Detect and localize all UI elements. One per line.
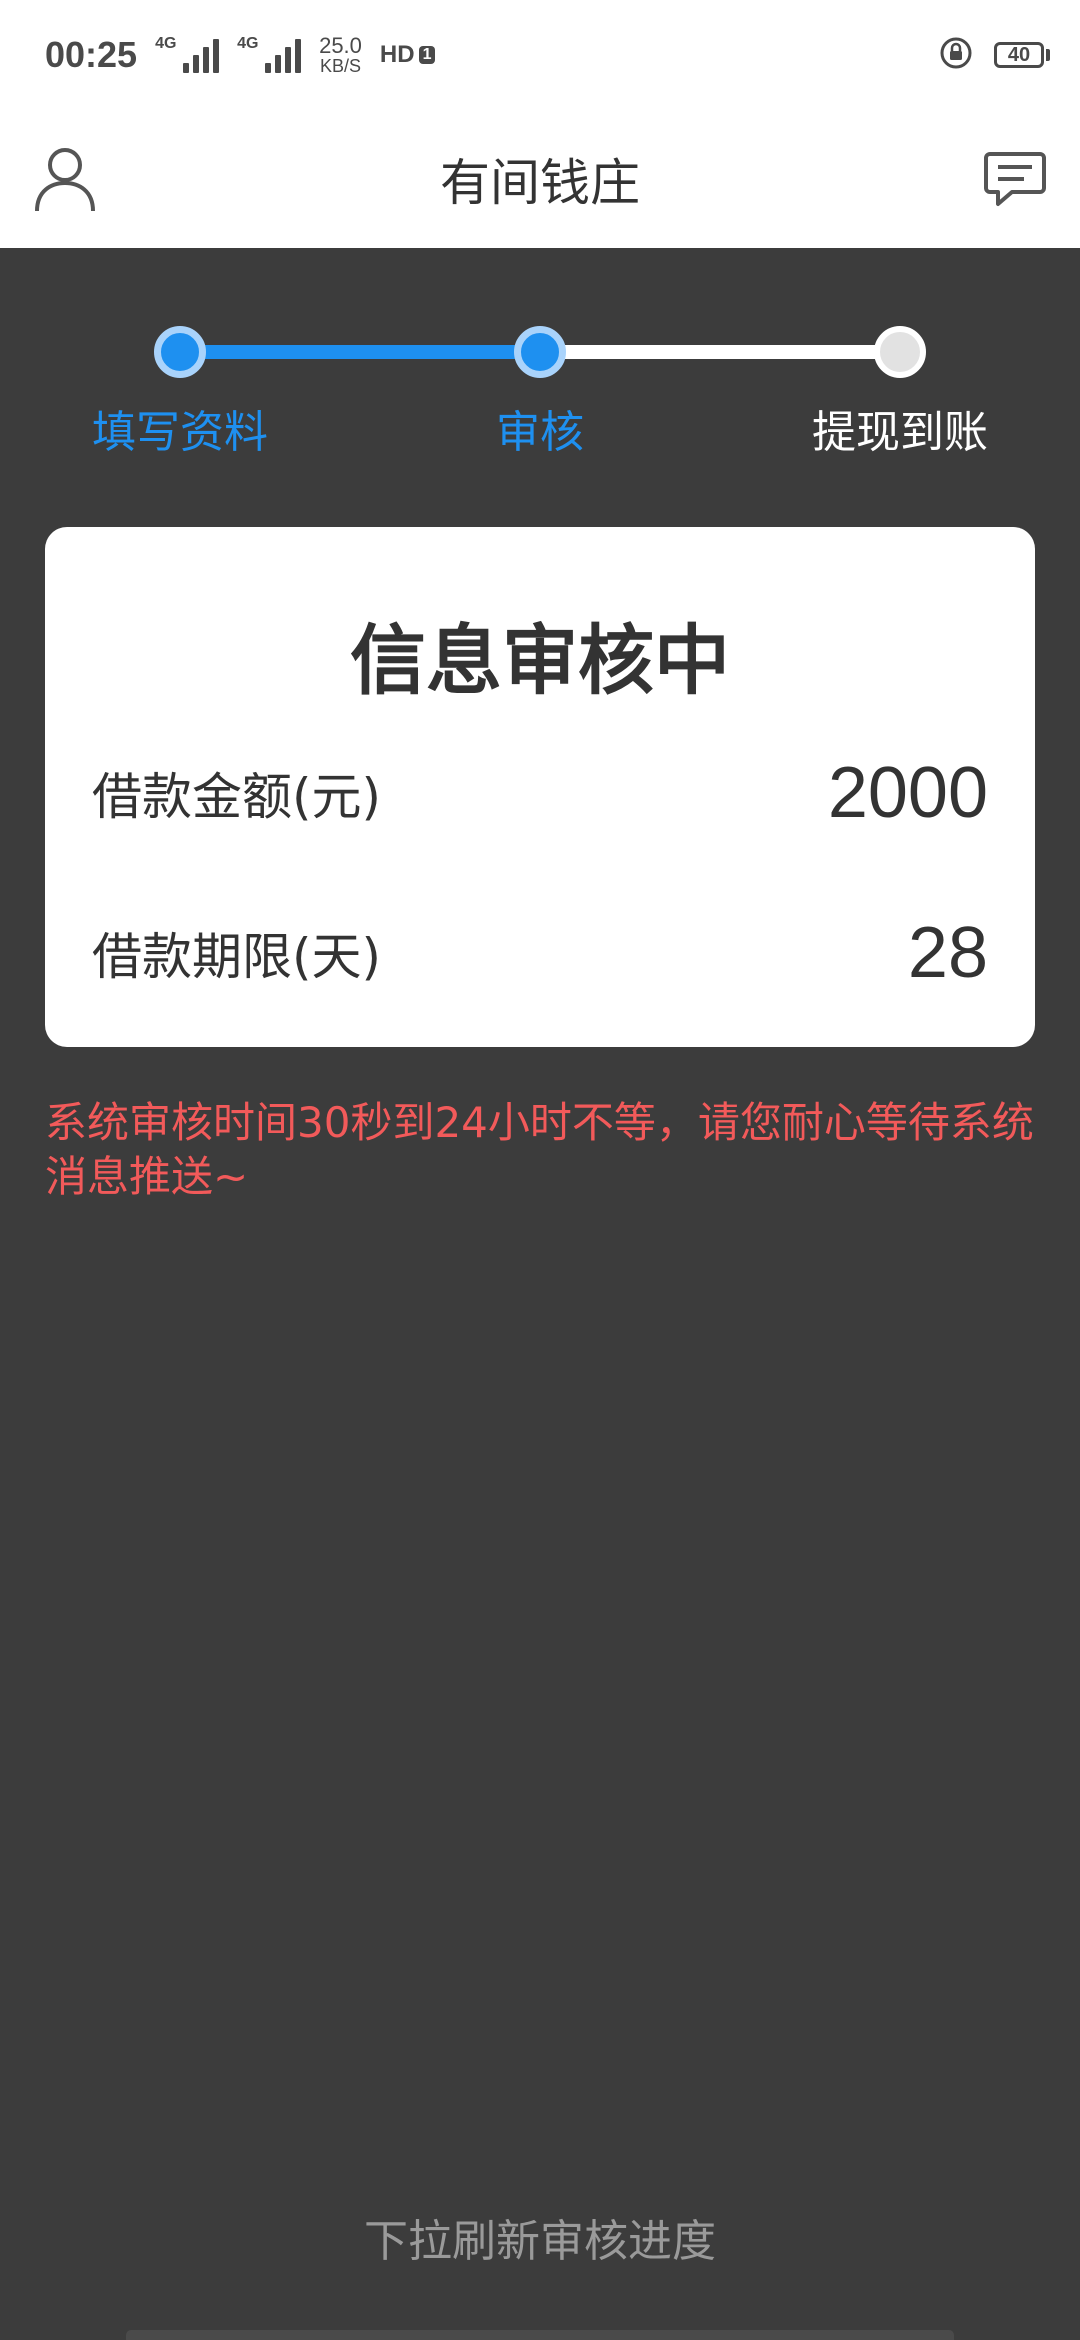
loan-amount-label: 借款金额(元) bbox=[92, 768, 382, 826]
step-label-fill-info: 填写资料 bbox=[92, 407, 268, 458]
step-label-review: 审核 bbox=[496, 407, 584, 458]
status-bar: 00:25 4G 4G 25.0 KB/S HD 1 40 bbox=[0, 0, 1080, 110]
signal-network-label: 4G bbox=[155, 35, 177, 52]
loan-amount-value: 2000 bbox=[827, 753, 988, 833]
loan-term-value: 28 bbox=[907, 913, 988, 993]
step-dot-2 bbox=[514, 326, 566, 378]
step-line-complete bbox=[180, 345, 540, 359]
profile-button[interactable] bbox=[30, 144, 100, 214]
messages-button[interactable] bbox=[980, 144, 1050, 214]
hd-sub-label: 1 bbox=[418, 46, 436, 64]
network-speed: 25.0 KB/S bbox=[319, 33, 362, 76]
status-left: 00:25 4G 4G 25.0 KB/S HD 1 bbox=[45, 33, 436, 76]
message-icon bbox=[984, 152, 1046, 206]
progress-steps: 填写资料 审核 提现到账 bbox=[0, 248, 1080, 528]
card-title: 信息审核中 bbox=[350, 616, 730, 705]
user-icon bbox=[35, 148, 95, 212]
battery-level: 40 bbox=[994, 42, 1044, 68]
network-speed-value: 25.0 bbox=[319, 33, 362, 58]
network-speed-unit: KB/S bbox=[319, 56, 361, 76]
signal-strength-icon: 4G bbox=[155, 35, 220, 73]
pull-to-refresh-hint[interactable]: 下拉刷新审核进度 bbox=[0, 2205, 1080, 2269]
loan-amount-row: 借款金额(元) 2000 bbox=[92, 752, 988, 834]
step-label-withdraw: 提现到账 bbox=[812, 407, 988, 458]
page-title: 有间钱庄 bbox=[440, 154, 640, 212]
rotation-lock-icon bbox=[938, 35, 974, 75]
review-status-card: 信息审核中 借款金额(元) 2000 借款期限(天) 28 bbox=[45, 527, 1035, 1047]
signal-strength-icon-2: 4G bbox=[237, 35, 302, 73]
app-bar: 有间钱庄 bbox=[0, 110, 1080, 248]
bottom-bar-edge bbox=[126, 2330, 954, 2340]
loan-term-row: 借款期限(天) 28 bbox=[92, 912, 988, 994]
hd-call-icon: HD 1 bbox=[380, 41, 436, 69]
step-dot-3 bbox=[874, 326, 926, 378]
signal-network-label-2: 4G bbox=[237, 35, 259, 52]
hd-label: HD bbox=[379, 41, 415, 68]
loan-term-label: 借款期限(天) bbox=[92, 928, 382, 986]
battery-icon: 40 bbox=[994, 42, 1050, 68]
status-time: 00:25 bbox=[45, 34, 138, 75]
status-right: 40 bbox=[938, 35, 1050, 75]
step-line-pending bbox=[540, 345, 900, 359]
step-dot-1 bbox=[154, 326, 206, 378]
review-notice: 系统审核时间30秒到24小时不等，请您耐心等待系统消息推送~ bbox=[45, 1098, 1034, 1201]
